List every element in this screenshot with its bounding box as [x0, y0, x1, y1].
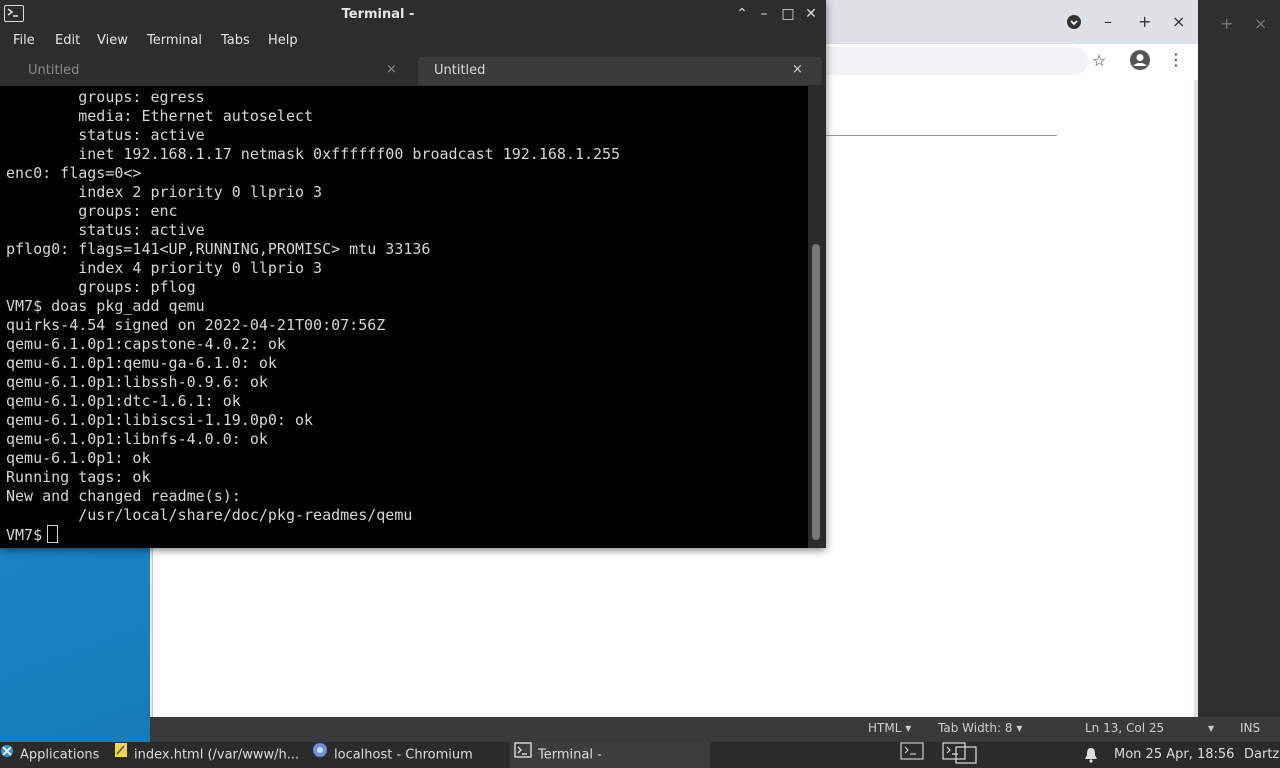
- user-menu[interactable]: Dartz: [1244, 742, 1280, 768]
- task-editor[interactable]: index.html (/var/www/h...: [114, 742, 308, 768]
- workspace-terminal-icon: [900, 742, 924, 768]
- output-line: New and changed readme(s):: [6, 487, 241, 505]
- terminal-icon: [514, 742, 532, 768]
- output-line: qemu-6.1.0p1:qemu-ga-6.1.0: ok: [6, 354, 277, 372]
- clock[interactable]: Mon 25 Apr, 18:56: [1114, 742, 1244, 768]
- applications-icon: [0, 742, 14, 768]
- output-line: index 2 priority 0 llprio 3: [6, 183, 323, 201]
- output-line: index 4 priority 0 llprio 3: [6, 259, 323, 277]
- menu-file[interactable]: File: [13, 33, 35, 48]
- output-line: /usr/local/share/doc/pkg-readmes/qemu: [6, 506, 413, 524]
- taskbar: Applications index.html (/var/www/h... l…: [0, 742, 1280, 768]
- cursor-position-label: Ln 13, Col 25: [1085, 721, 1165, 735]
- output-line: enc0: flags=0<>: [6, 164, 142, 182]
- output-line: qemu-6.1.0p1:libnfs-4.0.0: ok: [6, 430, 268, 448]
- terminal-menubar: File Edit View Terminal Tabs Help: [0, 30, 826, 54]
- task-label: index.html (/var/www/h...: [134, 747, 300, 763]
- task-chromium[interactable]: localhost - Chromium: [312, 742, 506, 768]
- menu-dots-icon[interactable]: ⋮: [1168, 50, 1184, 69]
- scrollbar-thumb[interactable]: [812, 244, 820, 540]
- tab-search-icon[interactable]: [1066, 14, 1082, 34]
- output-line: groups: enc: [6, 202, 178, 220]
- shell-prompt: VM7$: [6, 526, 43, 544]
- tab-close-icon[interactable]: ×: [792, 62, 803, 77]
- tab-label: Untitled: [434, 63, 486, 78]
- menu-help[interactable]: Help: [268, 33, 298, 48]
- prompt-line[interactable]: VM7$: [6, 525, 620, 544]
- menu-edit[interactable]: Edit: [55, 33, 80, 48]
- minimize-icon[interactable]: –: [1104, 12, 1112, 31]
- language-label: HTML: [868, 721, 902, 735]
- notifications-icon[interactable]: [1084, 742, 1104, 768]
- terminal-scrollbar[interactable]: [808, 86, 826, 548]
- output-line: qemu-6.1.0p1:libssh-0.9.6: ok: [6, 373, 268, 391]
- shade-icon[interactable]: ⌃: [734, 6, 750, 22]
- chromium-toolbar: ☆ ⋮: [826, 44, 1198, 80]
- language-selector[interactable]: HTML ▾: [868, 721, 911, 735]
- applications-menu[interactable]: Applications: [0, 742, 110, 768]
- page-content: [826, 80, 1194, 717]
- horizontal-rule: [826, 135, 1057, 136]
- terminal-titlebar[interactable]: Terminal - ⌃ – □ ✕: [0, 0, 826, 30]
- output-line: qemu-6.1.0p1:capstone-4.0.2: ok: [6, 335, 286, 353]
- tab-width-selector[interactable]: Tab Width: 8 ▾: [938, 721, 1022, 735]
- output-line: status: active: [6, 126, 205, 144]
- cursor-position: Ln 13, Col 25 ▾: [1085, 721, 1214, 735]
- output-line: Running tags: ok: [6, 468, 151, 486]
- output-line: quirks-4.54 signed on 2022-04-21T00:07:5…: [6, 316, 386, 334]
- applications-label: Applications: [20, 747, 100, 763]
- position-dropdown-icon: ▾: [1207, 721, 1215, 735]
- output-line: groups: egress: [6, 88, 205, 106]
- task-label: Terminal -: [538, 747, 602, 763]
- tab-width-dropdown-icon: ▾: [1016, 721, 1023, 735]
- text-cursor: [47, 525, 59, 543]
- menu-tabs[interactable]: Tabs: [221, 33, 250, 48]
- output-line: qemu-6.1.0p1:libiscsi-1.19.0p0: ok: [6, 411, 314, 429]
- output-line: pflog0: flags=141<UP,RUNNING,PROMISC> mt…: [6, 240, 431, 258]
- text-editor-icon: [114, 742, 128, 768]
- close-window-icon[interactable]: ×: [1254, 14, 1267, 33]
- terminal-output[interactable]: groups: egress media: Ethernet autoselec…: [0, 86, 808, 548]
- task-terminal[interactable]: Terminal -: [510, 742, 710, 768]
- output-line: status: active: [6, 221, 205, 239]
- background-window-strip: + ×: [1198, 0, 1280, 717]
- close-icon[interactable]: ✕: [803, 6, 819, 22]
- menu-view[interactable]: View: [97, 33, 128, 48]
- maximize-icon[interactable]: +: [1138, 12, 1151, 31]
- task-label: localhost - Chromium: [334, 747, 473, 763]
- chromium-icon: [312, 742, 328, 768]
- maximize-icon[interactable]: □: [780, 6, 796, 22]
- workspace-windows-icon: [942, 742, 978, 768]
- output-line: media: Ethernet autoselect: [6, 107, 314, 125]
- window-title: Terminal -: [341, 7, 415, 22]
- bookmark-star-icon[interactable]: ☆: [1092, 51, 1106, 70]
- close-icon[interactable]: ×: [1172, 12, 1185, 31]
- tab-close-icon[interactable]: ×: [386, 62, 397, 77]
- terminal-window: Terminal - ⌃ – □ ✕ File Edit View Termin…: [0, 0, 826, 548]
- output-line: qemu-6.1.0p1:dtc-1.6.1: ok: [6, 392, 241, 410]
- minimize-icon[interactable]: –: [756, 6, 772, 22]
- output-line: inet 192.168.1.17 netmask 0xffffff00 bro…: [6, 145, 621, 163]
- workspace-1[interactable]: [896, 742, 928, 768]
- tab-untitled-1[interactable]: Untitled ×: [4, 57, 414, 85]
- new-tab-icon[interactable]: +: [1220, 14, 1233, 33]
- chromium-titlebar: – + ×: [826, 0, 1198, 44]
- address-bar[interactable]: [826, 47, 1088, 75]
- tab-width-label: Tab Width: 8: [938, 721, 1013, 735]
- output-line: VM7$ doas pkg_add qemu: [6, 297, 205, 315]
- editor-statusbar: HTML ▾ Tab Width: 8 ▾ Ln 13, Col 25 ▾ IN…: [150, 717, 1280, 742]
- output-line: qemu-6.1.0p1: ok: [6, 449, 151, 467]
- output-line: groups: pflog: [6, 278, 196, 296]
- tab-label: Untitled: [28, 63, 80, 78]
- profile-icon[interactable]: [1129, 49, 1151, 75]
- chromium-window: – + × ☆ ⋮: [826, 0, 1198, 717]
- workspace-2[interactable]: [938, 742, 982, 768]
- language-dropdown-icon: ▾: [905, 721, 912, 735]
- menu-terminal[interactable]: Terminal: [147, 33, 202, 48]
- insert-mode: INS: [1240, 721, 1261, 735]
- tab-untitled-2[interactable]: Untitled ×: [418, 57, 822, 85]
- terminal-tab-bar: Untitled × Untitled ×: [0, 54, 826, 86]
